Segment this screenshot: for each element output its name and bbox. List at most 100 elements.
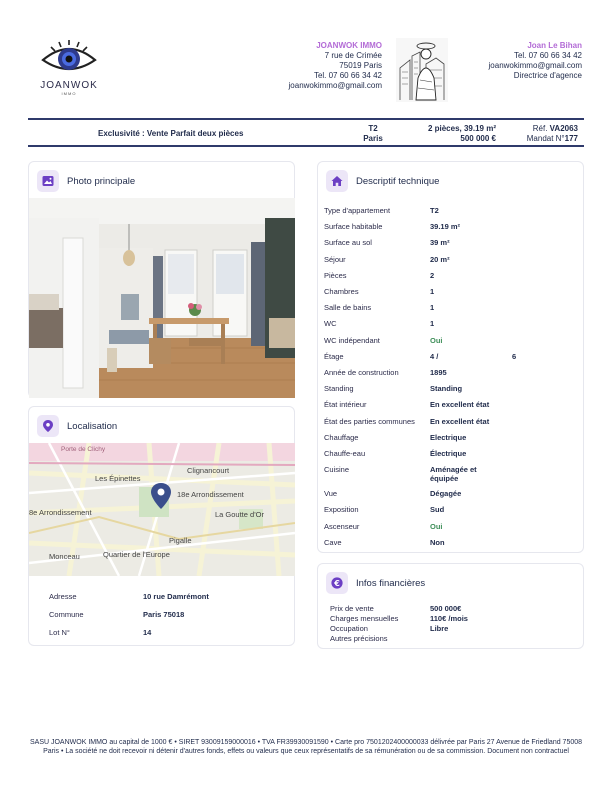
location-map[interactable]: Porte de Clichy Les Épinettes Clignancou…	[29, 443, 295, 576]
tech-card-title: Descriptif technique	[356, 175, 440, 187]
summary-type: T2	[368, 124, 378, 133]
tech-row-value: En excellent état	[430, 400, 490, 410]
photo-card-title: Photo principale	[67, 175, 136, 187]
brand-sub: IMMO	[61, 91, 77, 96]
tech-row-label: Surface habitable	[324, 222, 383, 232]
agent-role: Directrice d'agence	[513, 71, 582, 80]
map-label-monceau: Monceau	[49, 552, 80, 561]
tech-row-value: 1	[430, 303, 435, 313]
euro-icon: €	[326, 572, 348, 594]
tech-row-label: Cuisine	[324, 465, 350, 475]
map-label-8e: 8e Arrondissement	[29, 508, 92, 517]
map-label-18e: 18e Arrondissement	[177, 490, 245, 499]
tech-row-value: 39.19 m²	[430, 222, 461, 232]
finance-card: € Infos financières Prix de vente 500 00…	[317, 563, 584, 649]
map-label-porte-de-clichy: Porte de Clichy	[61, 446, 106, 453]
tech-row-value-secondary: 6	[512, 351, 517, 361]
tech-row-label: WC	[324, 319, 337, 329]
tech-row-value: T2	[430, 206, 439, 215]
tech-row-label: Cave	[324, 537, 342, 547]
summary-city: Paris	[363, 134, 383, 143]
tech-row-label: Chambres	[324, 287, 359, 296]
tech-row-value: 2	[430, 270, 435, 280]
agency-block: JOANWOK IMMO 7 rue de Crimée 75019 Paris…	[289, 41, 382, 91]
tech-row-label: Salle de bains	[324, 303, 372, 313]
tech-row-label: Surface au sol	[324, 238, 372, 248]
tech-row-value: 1895	[430, 368, 447, 377]
tech-row-value: 4 /	[430, 351, 439, 361]
map-label-pigalle: Pigalle	[169, 536, 192, 545]
svg-text:€: €	[333, 579, 340, 588]
tech-row-label: Chauffage	[324, 432, 359, 442]
tech-row-value: Dégagée	[430, 489, 462, 499]
summary-price: 500 000 €	[460, 134, 496, 143]
ref-label: Réf.	[532, 124, 548, 133]
finance-card-title: Infos financières	[356, 577, 426, 589]
summary-area-price: 2 pièces, 39.19 m² 500 000 €	[408, 124, 496, 144]
tech-card: Descriptif technique Type d'appartement T…	[317, 161, 584, 553]
map-label-epinettes: Les Épinettes	[95, 474, 141, 483]
tech-row-label: Pièces	[324, 270, 347, 280]
tech-row-label: Type d'appartement	[324, 206, 391, 215]
summary-band: Exclusivité : Vente Parfait deux pièces …	[28, 118, 584, 147]
location-card-title: Localisation	[67, 420, 118, 432]
agent-portrait-sketch	[396, 38, 448, 102]
location-card: Localisation Porte de Clichy Les Épinett…	[28, 406, 295, 646]
tech-row-label: Exposition	[324, 505, 359, 515]
tech-row-value: Oui	[430, 521, 443, 531]
agency-city: 75019 Paris	[339, 61, 382, 70]
tech-row-label: Étage	[324, 351, 344, 361]
tech-row-value: Standing	[430, 384, 463, 394]
tech-row-label: Vue	[324, 489, 338, 499]
tech-row-value: 20 m²	[430, 254, 450, 264]
summary-ref: Réf. VA2063 Mandat N°177	[527, 124, 578, 144]
photo-card-header: Photo principale	[37, 170, 135, 192]
tech-row-value: Électrique	[430, 449, 467, 458]
agency-name: JOANWOK IMMO	[316, 41, 382, 50]
map-label-europe: Quartier de l'Europe	[103, 550, 170, 559]
brand-logo: JOANWOK IMMO	[36, 36, 102, 96]
ref-value: VA2063	[549, 124, 578, 133]
tech-row-value: En excellent état	[430, 416, 490, 426]
agency-phone: Tel. 07 60 66 34 42	[313, 71, 382, 80]
tech-row-label: État des parties communes	[324, 416, 415, 426]
image-icon	[37, 170, 59, 192]
summary-type-city: T2 Paris	[358, 124, 388, 144]
tech-row-label: Chauffe-eau	[324, 449, 366, 458]
tech-row-value: Oui	[430, 335, 443, 345]
agency-email: joanwokimmo@gmail.com	[288, 81, 382, 90]
tech-card-header: Descriptif technique	[326, 170, 439, 192]
agent-block: Joan Le Bihan Tel. 07 60 66 34 42 joanwo…	[489, 41, 582, 81]
main-photo	[29, 198, 295, 398]
tech-row-label: WC indépendant	[324, 335, 380, 345]
tech-row-value: 1	[430, 287, 435, 296]
mandate-label: Mandat N°	[526, 134, 565, 143]
agent-email: joanwokimmo@gmail.com	[488, 61, 582, 70]
tech-row-value: Aménagée et équipée	[430, 465, 477, 484]
agency-street: 7 rue de Crimée	[324, 51, 382, 60]
tech-row-value: Sud	[430, 505, 445, 515]
tech-row-value: Non	[430, 537, 445, 547]
finance-card-header: € Infos financières	[326, 572, 425, 594]
map-pin-icon	[37, 415, 59, 437]
tech-row-label: État intérieur	[324, 400, 367, 410]
tech-row-label: Année de construction	[324, 368, 399, 377]
tech-row-label: Standing	[324, 384, 354, 394]
agent-phone: Tel. 07 60 66 34 42	[513, 51, 582, 60]
exclusive-title: Exclusivité : Vente Parfait deux pièces	[98, 129, 244, 138]
tech-row-label: Séjour	[324, 254, 346, 264]
photo-card: Photo principale	[28, 161, 295, 398]
legal-footer: SASU JOANWOK IMMO au capital de 1000 € •…	[29, 739, 583, 755]
summary-rooms-area: 2 pièces, 39.19 m²	[427, 124, 496, 133]
brand-name: JOANWOK	[40, 80, 98, 91]
tech-row-label: Ascenseur	[324, 521, 360, 531]
tech-row-value: 39 m²	[430, 238, 450, 248]
agent-name: Joan Le Bihan	[527, 41, 582, 50]
eye-logo-icon	[41, 40, 97, 71]
location-card-header: Localisation	[37, 415, 117, 437]
home-icon	[326, 170, 348, 192]
tech-row-value: 1	[430, 319, 435, 329]
mandate-value: 177	[564, 134, 578, 143]
map-label-clignancourt: Clignancourt	[187, 466, 230, 475]
map-label-goutte-dor: La Goutte d'Or	[215, 510, 264, 519]
